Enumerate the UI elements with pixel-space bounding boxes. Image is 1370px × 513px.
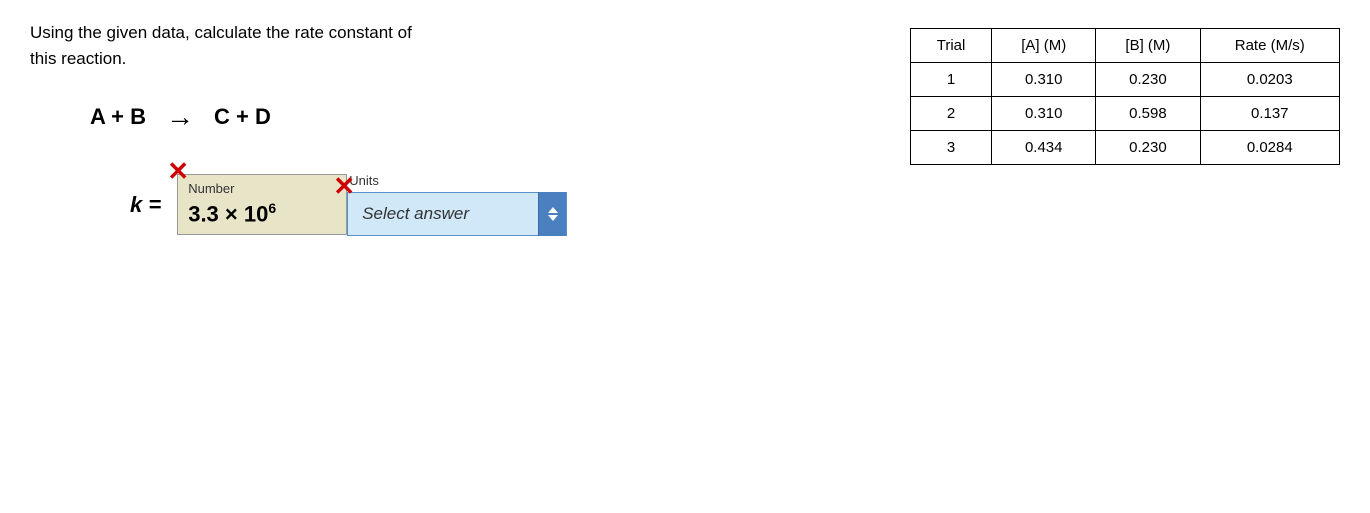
problem-text: Using the given data, calculate the rate… [30, 20, 510, 71]
table-row: 10.3100.2300.0203 [911, 63, 1340, 97]
select-arrow-button[interactable] [538, 192, 566, 236]
units-error-icon: ✕ [333, 171, 355, 202]
units-box-wrapper: ✕ Units Select answer [347, 173, 567, 236]
right-panel: Trial [A] (M) [B] (M) Rate (M/s) 10.3100… [910, 20, 1340, 493]
col-header-rate: Rate (M/s) [1200, 29, 1339, 63]
table-cell: 0.230 [1096, 131, 1200, 165]
col-header-trial: Trial [911, 29, 992, 63]
table-cell: 0.434 [992, 131, 1096, 165]
table-row: 30.4340.2300.0284 [911, 131, 1340, 165]
arrow-down-icon [548, 215, 558, 221]
table-row: 20.3100.5980.137 [911, 97, 1340, 131]
units-label: Units [349, 173, 567, 188]
col-header-A: [A] (M) [992, 29, 1096, 63]
table-cell: 0.310 [992, 63, 1096, 97]
number-box: Number 3.3 × 106 [177, 174, 347, 234]
answer-section: k = ✕ Number 3.3 × 106 ✕ Units Select an… [130, 173, 870, 236]
units-box: Units Select answer [347, 173, 567, 236]
number-value: 3.3 × 106 [188, 200, 332, 227]
reaction-arrow: → [166, 101, 194, 133]
col-header-B: [B] (M) [1096, 29, 1200, 63]
table-cell: 0.230 [1096, 63, 1200, 97]
table-cell: 2 [911, 97, 992, 131]
table-cell: 0.137 [1200, 97, 1339, 131]
reactants: A + B [90, 104, 146, 130]
problem-line2: this reaction. [30, 49, 126, 68]
problem-line1: Using the given data, calculate the rate… [30, 23, 412, 42]
reaction-equation: A + B → C + D [90, 101, 870, 133]
k-label: k = [130, 192, 161, 218]
table-cell: 0.310 [992, 97, 1096, 131]
data-table: Trial [A] (M) [B] (M) Rate (M/s) 10.3100… [910, 28, 1340, 165]
number-box-wrapper: ✕ Number 3.3 × 106 [177, 174, 347, 234]
table-header-row: Trial [A] (M) [B] (M) Rate (M/s) [911, 29, 1340, 63]
table-cell: 1 [911, 63, 992, 97]
arrow-up-icon [548, 207, 558, 213]
table-cell: 0.0203 [1200, 63, 1339, 97]
number-error-icon: ✕ [167, 156, 189, 187]
table-cell: 3 [911, 131, 992, 165]
table-cell: 0.598 [1096, 97, 1200, 131]
number-label: Number [188, 181, 332, 196]
table-cell: 0.0284 [1200, 131, 1339, 165]
units-select-container[interactable]: Select answer [347, 192, 567, 236]
products: C + D [214, 104, 271, 130]
select-answer-text: Select answer [362, 204, 530, 224]
